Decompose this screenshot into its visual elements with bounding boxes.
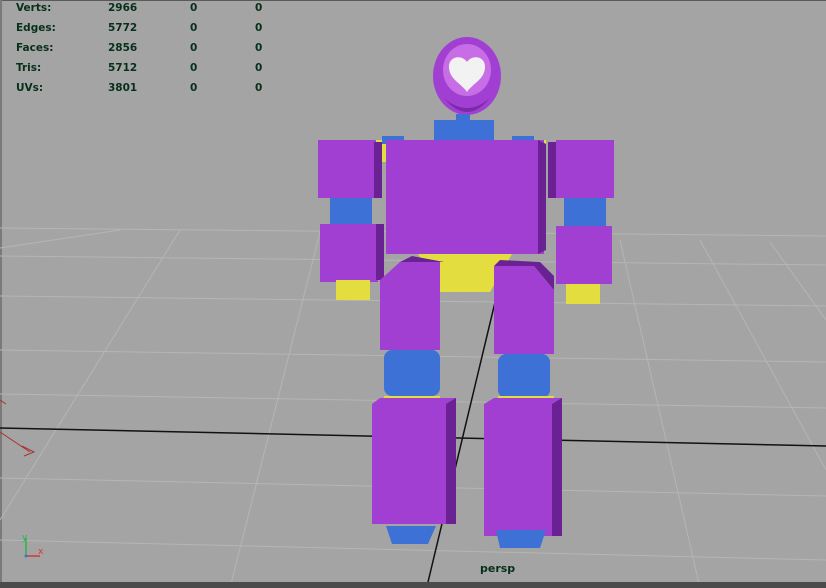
hud-value-uvs-total: 3801 [108, 82, 138, 94]
hud-label-verts: Verts: [16, 2, 52, 14]
robot-right-forearm[interactable] [556, 226, 612, 284]
robot-right-shin[interactable] [484, 398, 562, 536]
robot-left-upper-arm[interactable] [318, 140, 376, 198]
hud-label-edges: Edges: [16, 22, 56, 34]
robot-torso[interactable] [386, 140, 544, 254]
axis-gizmo-y-label: y [22, 533, 28, 543]
hud-value-faces-total: 2856 [108, 42, 138, 54]
hud-value-tris-total: 5712 [108, 62, 138, 74]
robot-neck[interactable] [434, 120, 494, 142]
robot-right-knee[interactable] [498, 354, 550, 398]
robot-left-thigh[interactable] [380, 262, 440, 350]
perspective-viewport[interactable]: y x Verts: 2966 0 0 Edges: 5772 0 0 Face… [0, 0, 826, 588]
hud-value-faces-other: 0 [255, 42, 263, 54]
hud-value-verts-selected: 0 [190, 2, 198, 14]
robot-right-foot[interactable] [496, 530, 546, 548]
hud-value-edges-total: 5772 [108, 22, 138, 34]
poly-count-hud: Verts: 2966 0 0 Edges: 5772 0 0 Faces: 2… [0, 0, 300, 100]
hud-label-faces: Faces: [16, 42, 54, 54]
hud-value-edges-selected: 0 [190, 22, 198, 34]
hud-value-uvs-selected: 0 [190, 82, 198, 94]
hud-value-tris-selected: 0 [190, 62, 198, 74]
robot-right-thigh[interactable] [494, 266, 554, 354]
hud-value-edges-other: 0 [255, 22, 263, 34]
robot-left-hand[interactable] [336, 280, 370, 300]
robot-right-hand[interactable] [566, 284, 600, 304]
hud-value-tris-other: 0 [255, 62, 263, 74]
hud-value-verts-other: 0 [255, 2, 263, 14]
robot-right-upper-arm[interactable] [556, 140, 614, 198]
hud-label-uvs: UVs: [16, 82, 44, 94]
robot-left-knee[interactable] [384, 350, 440, 396]
hud-label-tris: Tris: [16, 62, 42, 74]
hud-value-uvs-other: 0 [255, 82, 263, 94]
camera-name-label: persp [480, 562, 516, 575]
hud-value-verts-total: 2966 [108, 2, 138, 14]
robot-left-foot[interactable] [386, 526, 436, 544]
robot-left-forearm[interactable] [320, 224, 378, 282]
robot-left-shin[interactable] [372, 398, 456, 524]
robot-model[interactable] [318, 37, 614, 548]
axis-gizmo-x-label: x [38, 547, 44, 557]
hud-value-faces-selected: 0 [190, 42, 198, 54]
viewport-bottom-border [0, 582, 826, 588]
